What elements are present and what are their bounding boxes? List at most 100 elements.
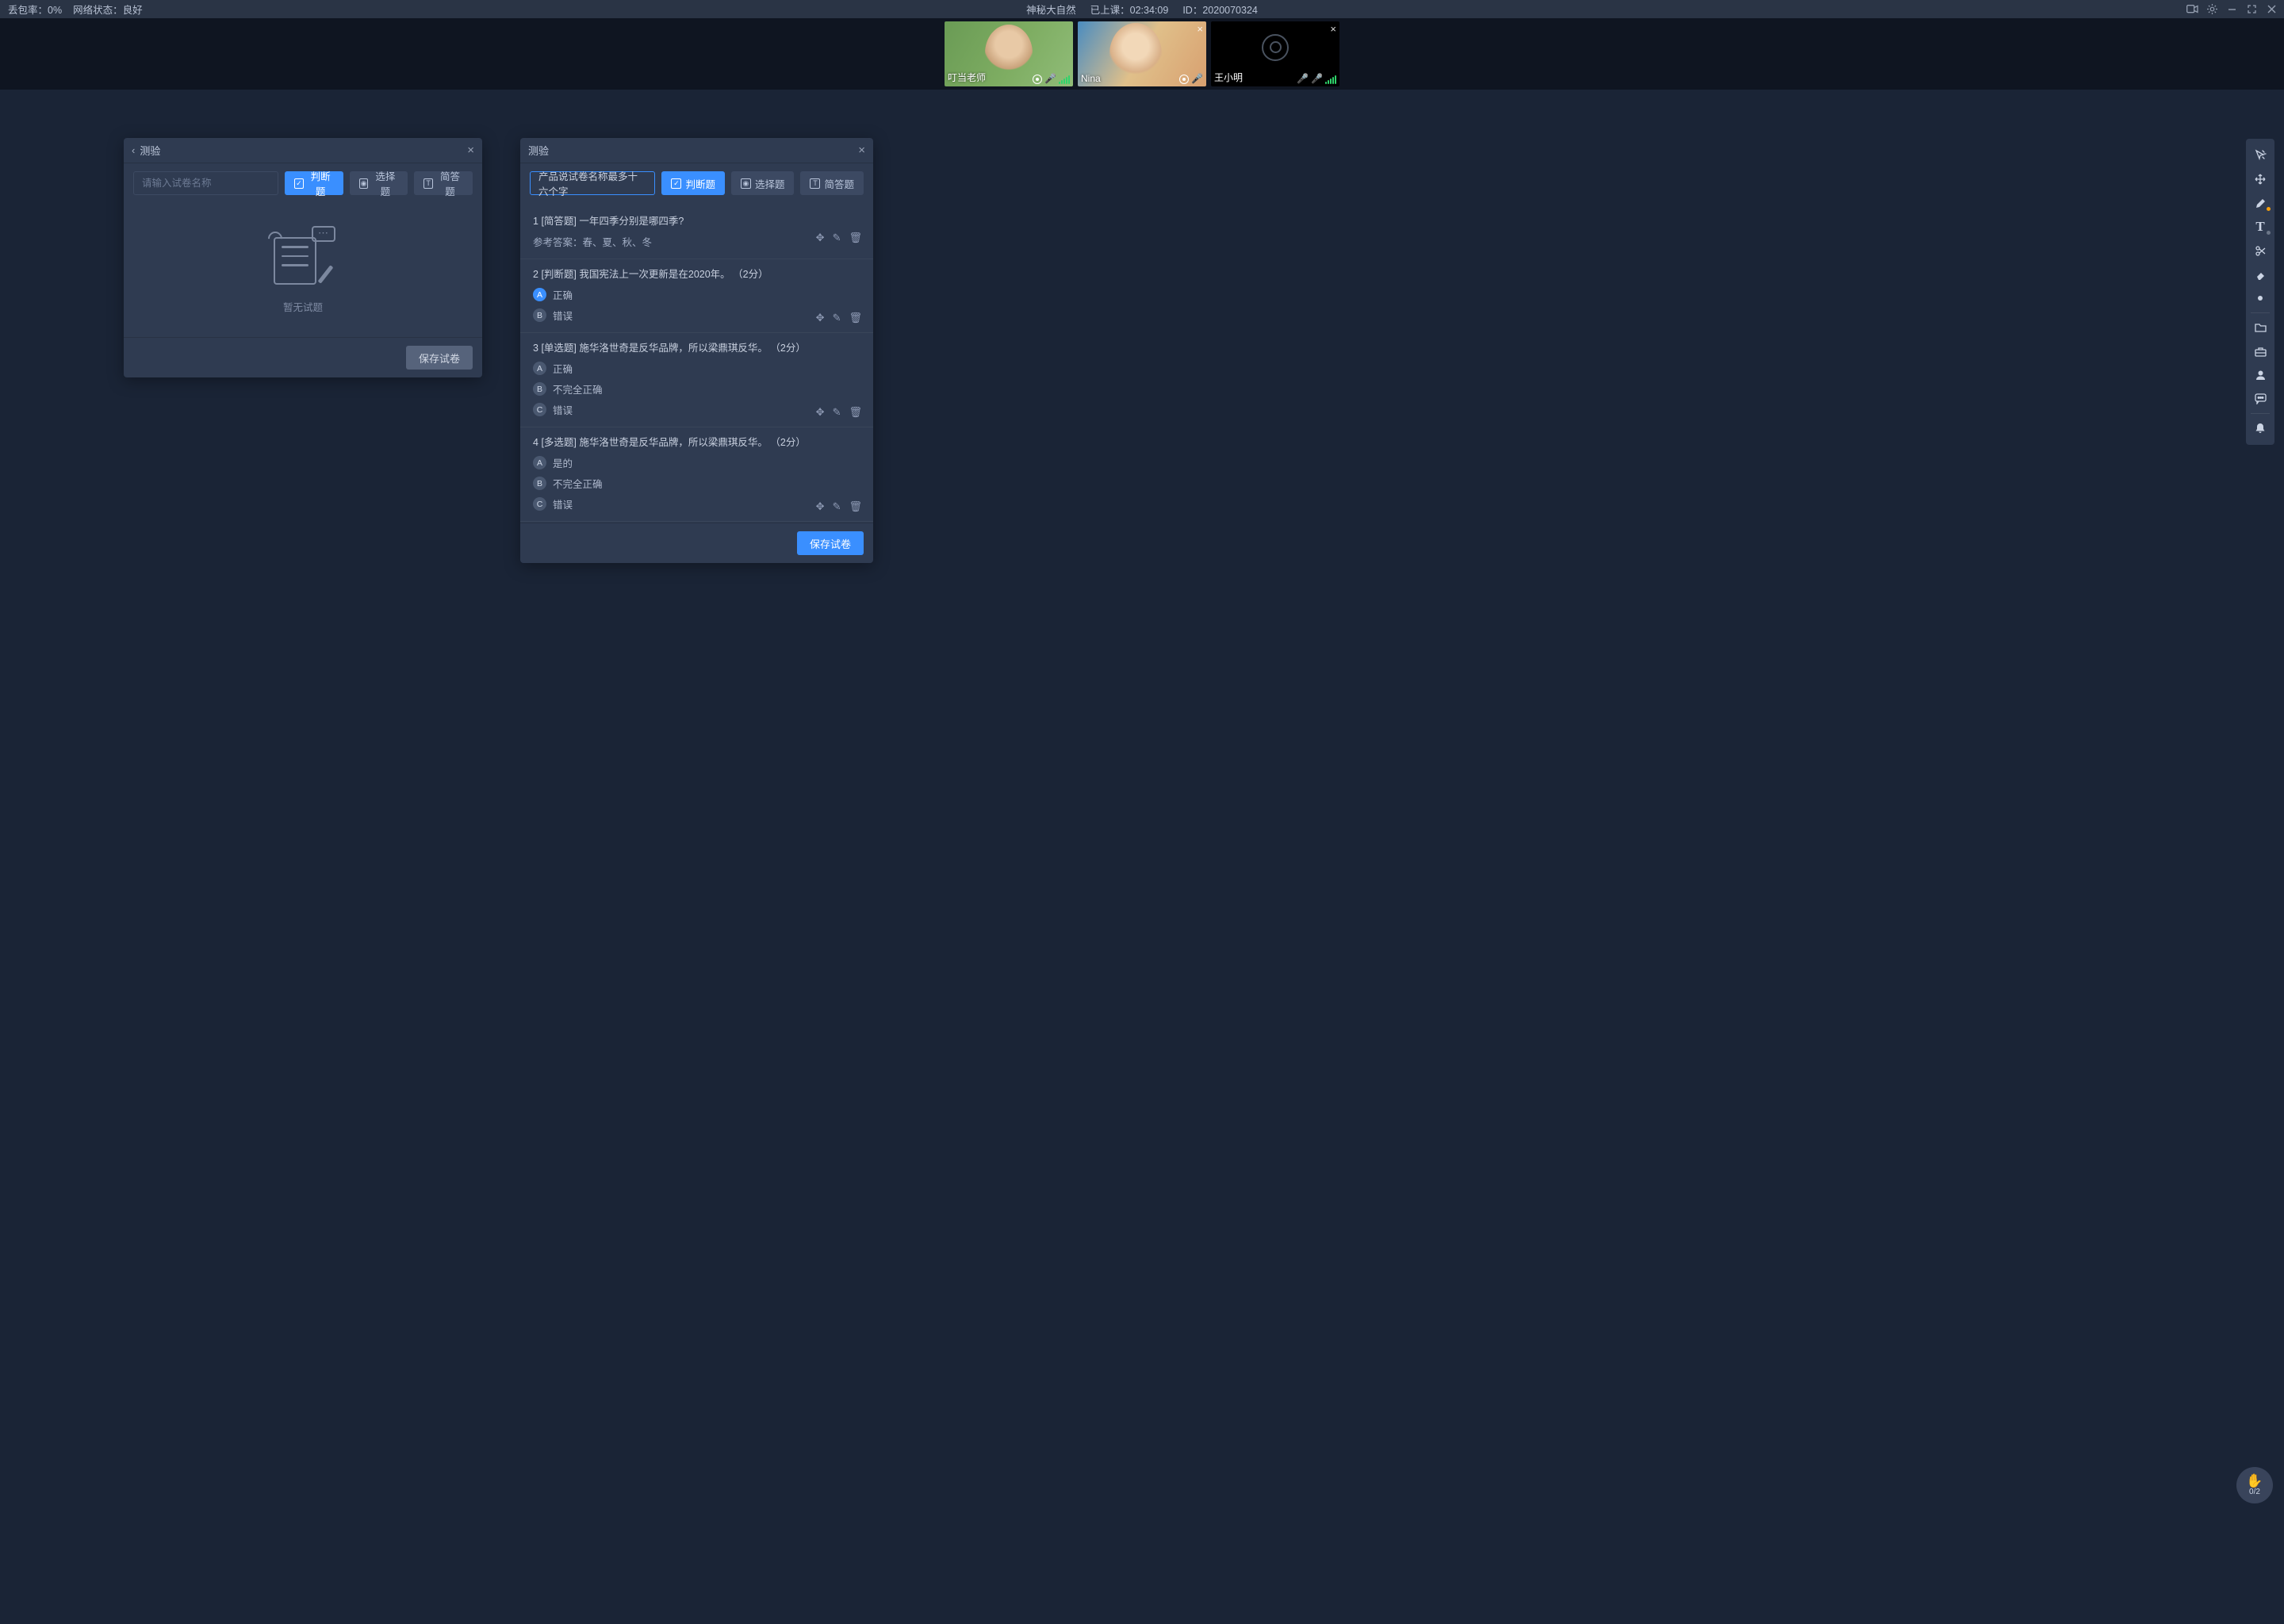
mic-on-icon: 🎤 bbox=[1191, 73, 1203, 84]
panel-title: 测验 bbox=[140, 143, 467, 158]
quiz-toolbar: ✓判断题 ◉选择题 T简答题 bbox=[124, 163, 482, 203]
empty-illustration-icon bbox=[267, 226, 339, 289]
move-icon[interactable]: ✥ bbox=[816, 500, 825, 513]
question-option[interactable]: B错误 bbox=[533, 308, 860, 323]
folder-tool-icon[interactable] bbox=[2246, 316, 2274, 339]
question-title: 1 [简答题] 一年四季分别是哪四季? bbox=[533, 213, 860, 228]
record-icon bbox=[1033, 75, 1042, 84]
close-icon[interactable]: × bbox=[858, 144, 865, 157]
add-short-answer-button[interactable]: T简答题 bbox=[800, 171, 864, 195]
participant-video-row: 叮当老师 🎤 × Nina 🎤 × 王小明 🎤 🎤 bbox=[0, 18, 2284, 90]
delete-icon[interactable]: 🗑 bbox=[849, 312, 862, 324]
edit-icon[interactable]: ✎ bbox=[833, 500, 841, 513]
chat-tool-icon[interactable] bbox=[2246, 387, 2274, 411]
quiz-name-input[interactable] bbox=[133, 171, 278, 195]
mic-on-icon: 🎤 bbox=[1044, 73, 1056, 84]
packet-loss: 丢包率：0% bbox=[8, 2, 62, 17]
minimize-icon[interactable] bbox=[2226, 3, 2238, 15]
question-option[interactable]: B 不完全正确 bbox=[533, 476, 860, 491]
choice-icon: ◉ bbox=[741, 178, 751, 189]
scissors-tool-icon[interactable] bbox=[2246, 239, 2274, 262]
quiz-toolbar: 产品说试卷名称最多十六个字 ✓判断题 ◉选择题 T简答题 bbox=[520, 163, 873, 203]
option-text: 正确 bbox=[553, 287, 573, 302]
camera-toggle-icon[interactable] bbox=[2186, 3, 2198, 15]
question-actions: ✥ ✎ 🗑 bbox=[816, 406, 862, 419]
question-option[interactable]: C 错误 bbox=[533, 496, 860, 511]
quiz-name-input[interactable]: 产品说试卷名称最多十六个字 bbox=[530, 171, 655, 195]
option-letter: C bbox=[533, 497, 546, 511]
edit-icon[interactable]: ✎ bbox=[833, 232, 841, 244]
question-option[interactable]: B 不完全正确 bbox=[533, 381, 860, 396]
back-icon[interactable]: ‹ bbox=[132, 144, 135, 156]
short-answer-icon: T bbox=[423, 178, 433, 189]
bell-tool-icon[interactable] bbox=[2246, 416, 2274, 440]
delete-icon[interactable]: 🗑 bbox=[849, 500, 862, 513]
option-text: 不完全正确 bbox=[553, 476, 603, 491]
question-option[interactable]: A 是的 bbox=[533, 455, 860, 470]
question-list[interactable]: 1 [简答题] 一年四季分别是哪四季? 参考答案：春、夏、秋、冬 ✥ ✎ 🗑 2… bbox=[520, 203, 873, 523]
option-letter: B bbox=[533, 477, 546, 490]
video-tile-student[interactable]: × Nina 🎤 bbox=[1078, 21, 1206, 86]
hand-icon: ✋ bbox=[2246, 1474, 2263, 1488]
judge-icon: ✓ bbox=[294, 178, 304, 189]
pen-tool-icon[interactable] bbox=[2246, 191, 2274, 215]
option-text: 错误 bbox=[553, 496, 573, 511]
option-text: 错误 bbox=[553, 308, 573, 323]
question-option[interactable]: C错误 bbox=[533, 402, 860, 417]
avatar bbox=[985, 25, 1033, 82]
fullscreen-icon[interactable] bbox=[2246, 3, 2258, 15]
option-text: 不完全正确 bbox=[553, 381, 603, 396]
cursor-tool-icon[interactable] bbox=[2246, 144, 2274, 167]
question-title: 2 [判断题] 我国宪法上一次更新是在2020年。 （2分） bbox=[533, 266, 860, 281]
participant-name: 叮当老师 bbox=[948, 71, 986, 84]
question-option[interactable]: A正确 bbox=[533, 361, 860, 376]
add-judge-button[interactable]: ✓判断题 bbox=[285, 171, 343, 195]
close-tile-icon[interactable]: × bbox=[1330, 23, 1336, 35]
save-quiz-button[interactable]: 保存试卷 bbox=[406, 346, 473, 370]
option-letter: B bbox=[533, 382, 546, 396]
color-dot-icon bbox=[2267, 231, 2271, 235]
laser-tool-icon[interactable] bbox=[2246, 286, 2274, 310]
move-tool-icon[interactable] bbox=[2246, 167, 2274, 191]
add-short-answer-button[interactable]: T简答题 bbox=[414, 171, 473, 195]
edit-icon[interactable]: ✎ bbox=[833, 406, 841, 419]
save-quiz-button[interactable]: 保存试卷 bbox=[797, 531, 864, 555]
text-tool-icon[interactable]: T bbox=[2246, 215, 2274, 239]
course-title: 神秘大自然 bbox=[1026, 2, 1076, 17]
add-choice-button[interactable]: ◉选择题 bbox=[350, 171, 408, 195]
option-letter: A bbox=[533, 456, 546, 469]
video-tile-teacher[interactable]: 叮当老师 🎤 bbox=[945, 21, 1073, 86]
settings-icon[interactable] bbox=[2206, 3, 2218, 15]
edit-icon[interactable]: ✎ bbox=[833, 312, 841, 324]
empty-text: 暂无试题 bbox=[283, 299, 323, 314]
question-option[interactable]: A正确 bbox=[533, 287, 860, 302]
option-text: 是的 bbox=[553, 455, 573, 470]
delete-icon[interactable]: 🗑 bbox=[849, 232, 862, 244]
video-tile-student-off[interactable]: × 王小明 🎤 🎤 bbox=[1211, 21, 1339, 86]
session-id: ID：2020070324 bbox=[1182, 2, 1258, 17]
avatar bbox=[1109, 23, 1162, 85]
eraser-tool-icon[interactable] bbox=[2246, 262, 2274, 286]
separator bbox=[2251, 413, 2270, 414]
elapsed-time: 已上课：02:34:09 bbox=[1090, 2, 1169, 17]
question-item: 4 [多选题] 施华洛世奇是反华品牌，所以梁鼎琪反华。 （2分） A是的 B不完… bbox=[520, 427, 873, 522]
move-icon[interactable]: ✥ bbox=[816, 232, 825, 244]
close-window-icon[interactable] bbox=[2266, 3, 2278, 15]
option-text: 错误 bbox=[553, 402, 573, 417]
move-icon[interactable]: ✥ bbox=[816, 406, 825, 419]
add-choice-button[interactable]: ◉选择题 bbox=[731, 171, 795, 195]
delete-icon[interactable]: 🗑 bbox=[849, 406, 862, 419]
signal-icon bbox=[1325, 75, 1336, 84]
close-icon[interactable]: × bbox=[467, 144, 474, 157]
raise-hand-button[interactable]: ✋ 0/2 bbox=[2236, 1467, 2273, 1503]
panel-footer: 保存试卷 bbox=[520, 523, 873, 563]
users-tool-icon[interactable] bbox=[2246, 363, 2274, 387]
question-item: 1 [简答题] 一年四季分别是哪四季? 参考答案：春、夏、秋、冬 ✥ ✎ 🗑 bbox=[520, 206, 873, 259]
record-icon bbox=[1179, 75, 1189, 84]
close-tile-icon[interactable]: × bbox=[1197, 23, 1203, 35]
move-icon[interactable]: ✥ bbox=[816, 312, 825, 324]
question-actions: ✥ ✎ 🗑 bbox=[816, 312, 862, 324]
add-judge-button[interactable]: ✓判断题 bbox=[661, 171, 725, 195]
toolbox-tool-icon[interactable] bbox=[2246, 339, 2274, 363]
quiz-panel-empty: ‹ 测验 × ✓判断题 ◉选择题 T简答题 暂无试题 保存试卷 bbox=[124, 138, 482, 377]
